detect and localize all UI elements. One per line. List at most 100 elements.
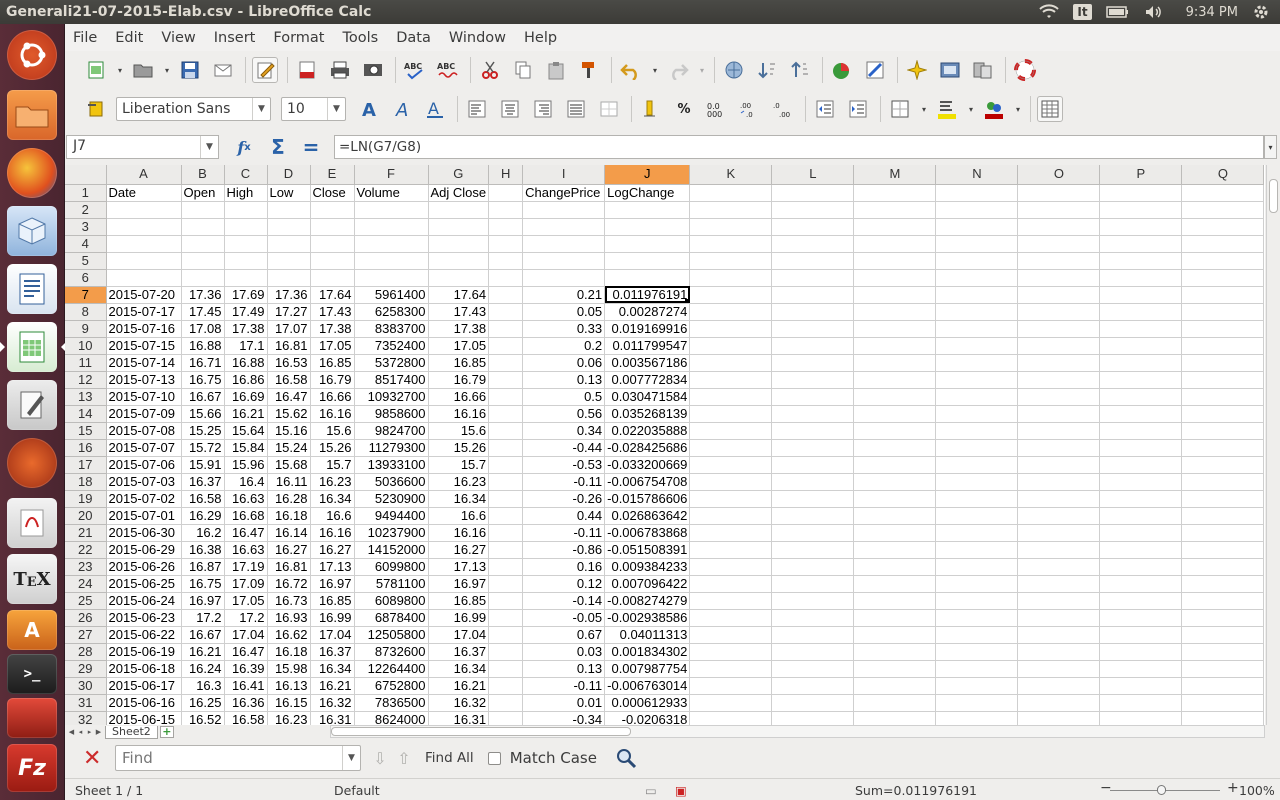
cell-b20[interactable]: 16.29 [181,507,225,525]
cell-q17[interactable] [1181,456,1265,474]
cell-j22[interactable]: -0.051508391 [604,541,691,559]
cell-m11[interactable] [853,354,937,372]
cell-h13[interactable] [488,388,524,406]
cell-j31[interactable]: 0.000612933 [604,694,691,712]
cell-d18[interactable]: 16.11 [267,473,311,491]
cell-b31[interactable]: 16.25 [181,694,225,712]
cell-q5[interactable] [1181,252,1265,270]
cell-p21[interactable] [1099,524,1183,542]
cell-a3[interactable] [106,218,182,236]
cell-c27[interactable]: 17.04 [224,626,268,644]
cell-q4[interactable] [1181,235,1265,253]
row-header[interactable]: 3 [65,218,107,236]
cell-q3[interactable] [1181,218,1265,236]
cell-c26[interactable]: 17.2 [224,609,268,627]
cell-l31[interactable] [771,694,855,712]
cell-d1[interactable]: Low [267,184,311,202]
cell-g3[interactable] [428,218,490,236]
cell-d10[interactable]: 16.81 [267,337,311,355]
cell-a2[interactable] [106,201,182,219]
cell-n13[interactable] [935,388,1019,406]
cell-n26[interactable] [935,609,1019,627]
cell-m26[interactable] [853,609,937,627]
cell-m3[interactable] [853,218,937,236]
find-next-icon[interactable]: ⇧ [393,749,415,768]
new-dropdown-icon[interactable]: ▾ [116,57,124,83]
hyperlink-icon[interactable] [721,57,747,83]
cell-m20[interactable] [853,507,937,525]
cell-i24[interactable]: 0.12 [522,575,606,593]
cell-i20[interactable]: 0.44 [522,507,606,525]
cell-q1[interactable] [1181,184,1265,202]
cell-d8[interactable]: 17.27 [267,303,311,321]
cell-l26[interactable] [771,609,855,627]
cell-a28[interactable]: 2015-06-19 [106,643,182,661]
cell-i5[interactable] [522,252,606,270]
cell-h15[interactable] [488,422,524,440]
save-icon[interactable] [177,57,203,83]
cell-e11[interactable]: 16.85 [310,354,355,372]
cell-l13[interactable] [771,388,855,406]
cell-o31[interactable] [1017,694,1101,712]
cell-l21[interactable] [771,524,855,542]
decrease-indent-icon[interactable] [812,96,838,122]
cell-b14[interactable]: 15.66 [181,405,225,423]
cell-e5[interactable] [310,252,355,270]
cell-j14[interactable]: 0.035268139 [604,405,691,423]
cell-q12[interactable] [1181,371,1265,389]
cell-a30[interactable]: 2015-06-17 [106,677,182,695]
font-size-dropdown-icon[interactable]: ▼ [327,98,345,120]
cell-c13[interactable]: 16.69 [224,388,268,406]
cell-d5[interactable] [267,252,311,270]
cell-p29[interactable] [1099,660,1183,678]
cell-i12[interactable]: 0.13 [522,371,606,389]
cell-j13[interactable]: 0.030471584 [604,388,691,406]
cell-d22[interactable]: 16.27 [267,541,311,559]
cell-e2[interactable] [310,201,355,219]
cell-l7[interactable] [771,286,855,304]
ubuntu-dash-icon[interactable] [7,30,57,80]
cell-a4[interactable] [106,235,182,253]
font-color-icon[interactable] [981,96,1007,122]
cell-e16[interactable]: 15.26 [310,439,355,457]
cell-a10[interactable]: 2015-07-15 [106,337,182,355]
gallery-icon[interactable] [937,57,963,83]
cell-k6[interactable] [689,269,773,287]
cell-n9[interactable] [935,320,1019,338]
cell-h9[interactable] [488,320,524,338]
cell-b4[interactable] [181,235,225,253]
row-header[interactable]: 20 [65,507,107,525]
cell-p17[interactable] [1099,456,1183,474]
cell-j30[interactable]: -0.006763014 [604,677,691,695]
cell-n1[interactable] [935,184,1019,202]
cell-g19[interactable]: 16.34 [428,490,490,508]
cell-k4[interactable] [689,235,773,253]
cell-b27[interactable]: 16.67 [181,626,225,644]
cell-e25[interactable]: 16.85 [310,592,355,610]
cell-b17[interactable]: 15.91 [181,456,225,474]
merge-cells-icon[interactable] [596,96,622,122]
export-pdf-icon[interactable] [294,57,320,83]
bold-icon[interactable]: A [356,96,382,122]
cell-f18[interactable]: 5036600 [354,473,429,491]
cell-h17[interactable] [488,456,524,474]
cell-l29[interactable] [771,660,855,678]
cell-h18[interactable] [488,473,524,491]
email-icon[interactable] [210,57,236,83]
cell-b26[interactable]: 17.2 [181,609,225,627]
cell-b11[interactable]: 16.71 [181,354,225,372]
paste-icon[interactable] [543,57,569,83]
cell-h3[interactable] [488,218,524,236]
cell-p26[interactable] [1099,609,1183,627]
battery-icon[interactable] [1105,5,1130,19]
cell-o29[interactable] [1017,660,1101,678]
horizontal-scrollbar-thumb[interactable] [331,727,631,736]
tex-icon[interactable]: TEX [7,554,57,604]
row-header[interactable]: 18 [65,473,107,491]
cell-n15[interactable] [935,422,1019,440]
cell-q25[interactable] [1181,592,1265,610]
cell-a8[interactable]: 2015-07-17 [106,303,182,321]
cell-b25[interactable]: 16.97 [181,592,225,610]
cell-a22[interactable]: 2015-06-29 [106,541,182,559]
cell-n21[interactable] [935,524,1019,542]
